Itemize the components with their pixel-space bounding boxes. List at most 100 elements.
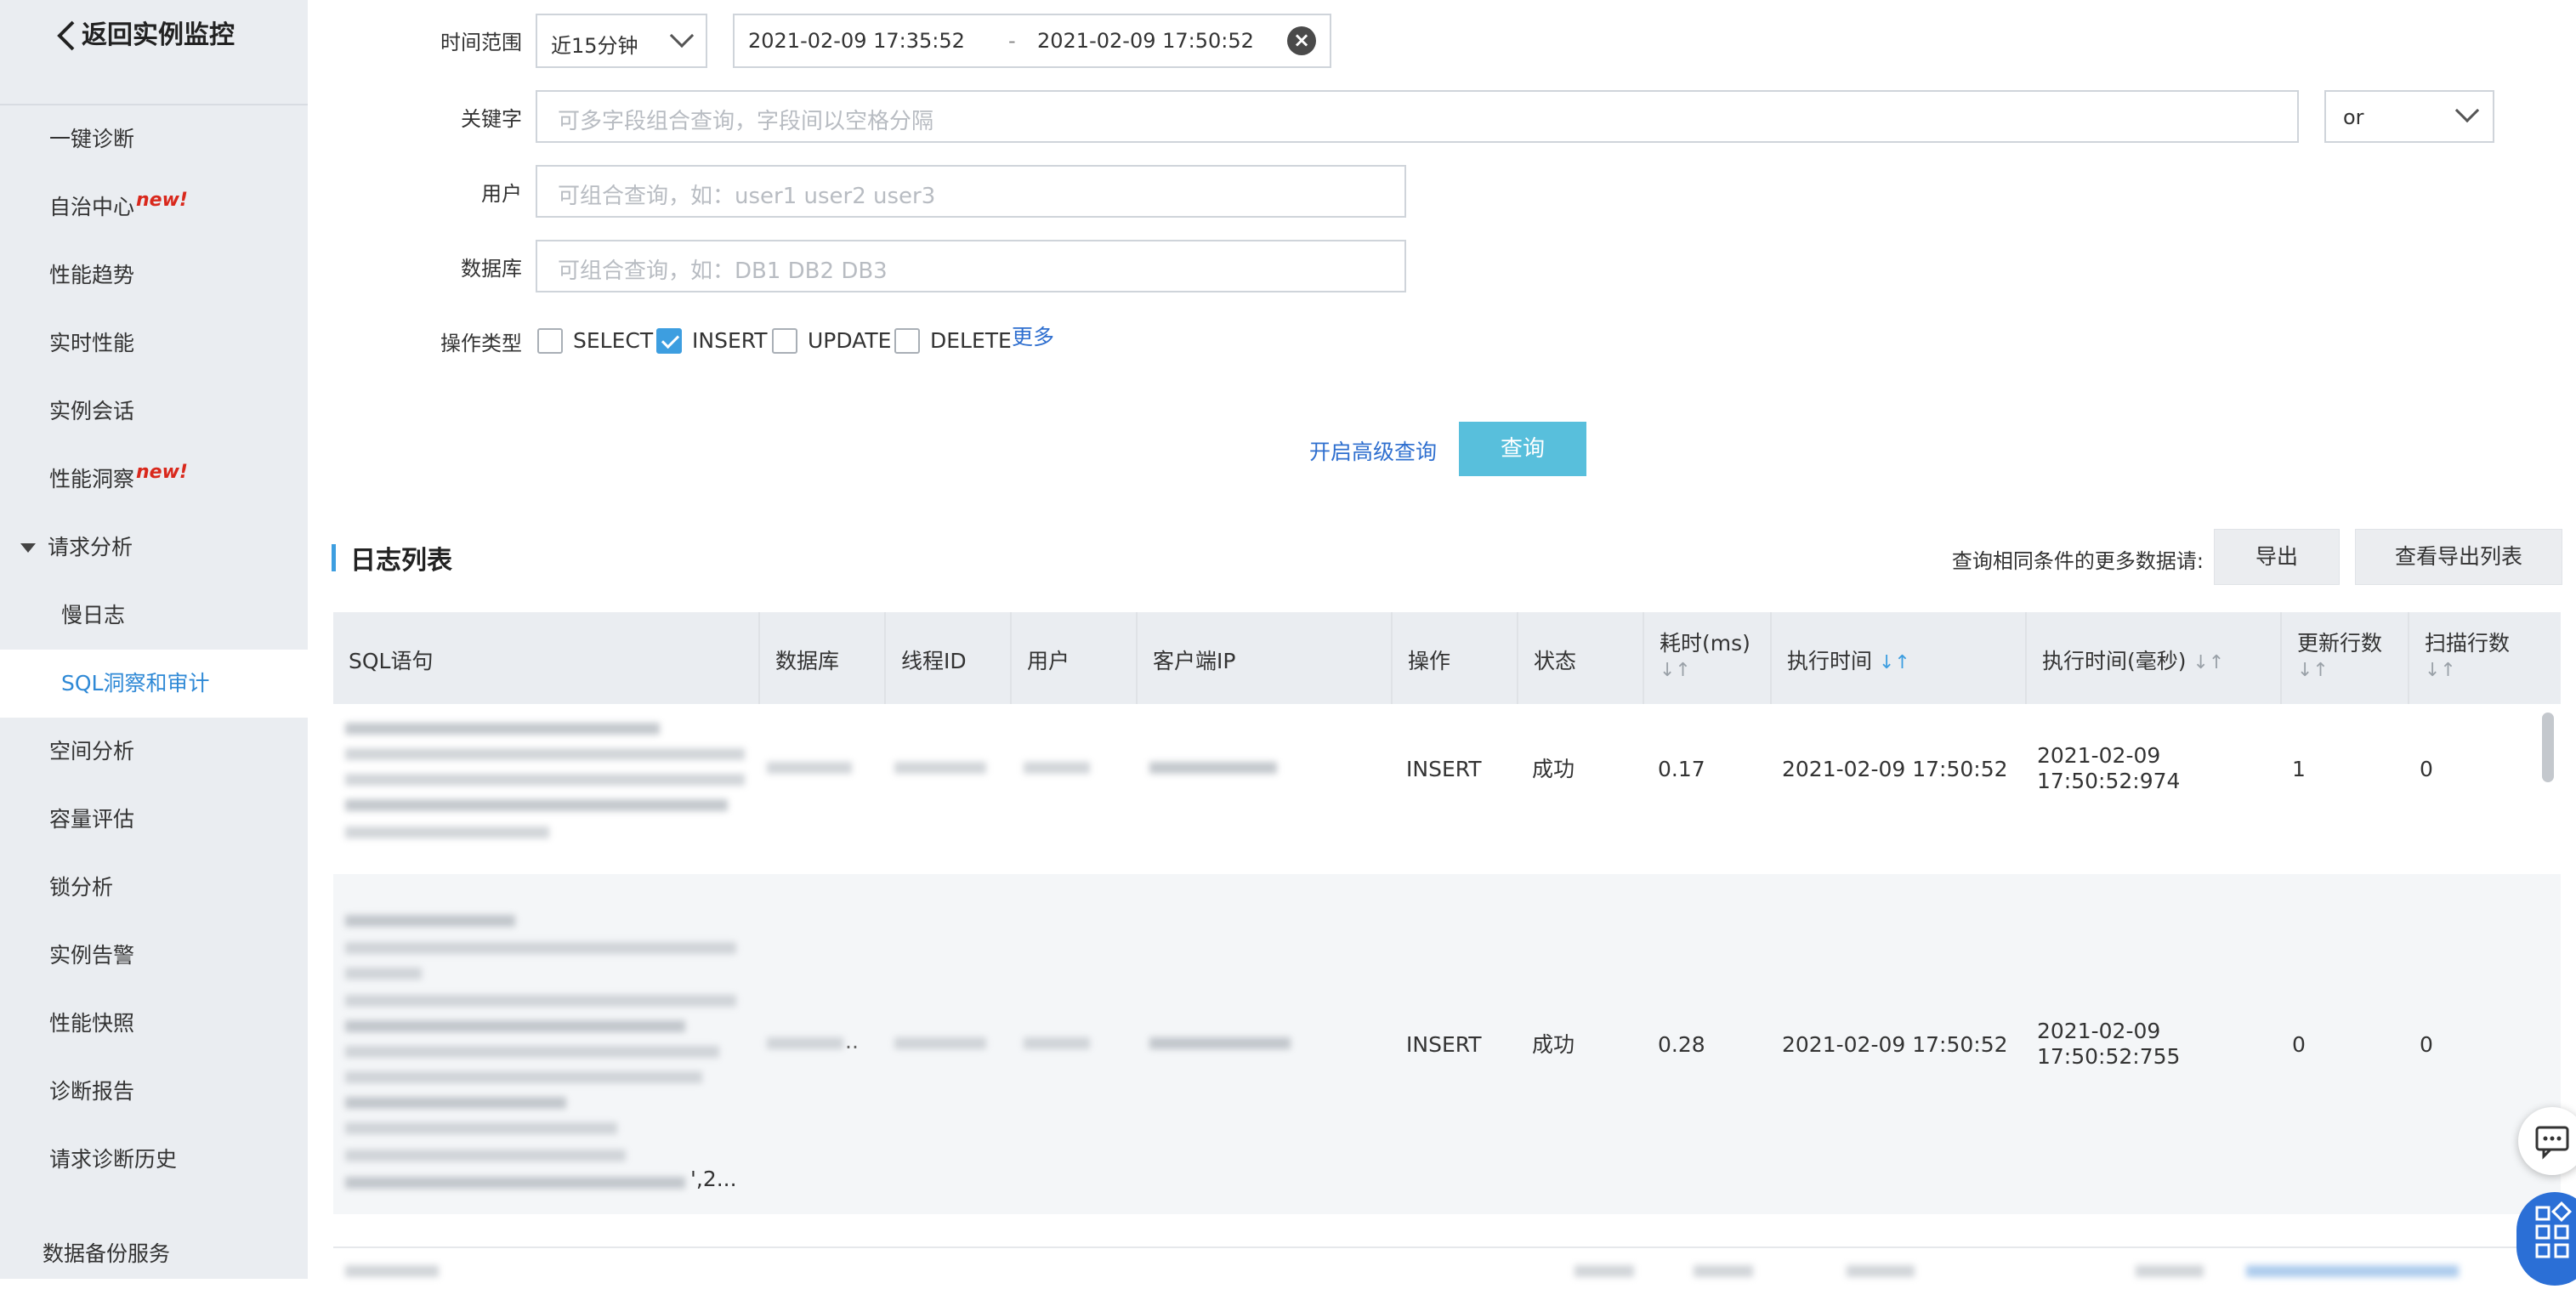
sidebar-item-sql-insight-audit[interactable]: SQL洞察和审计 [0, 650, 308, 718]
time-separator: - [1008, 29, 1016, 53]
redacted-value [1575, 1265, 1634, 1277]
column-header-exec-time-ms[interactable]: 执行时间(毫秒) ↓↑ [2027, 612, 2282, 704]
cell-database-ellipsis: .. [845, 1029, 859, 1053]
column-header-duration[interactable]: 耗时(ms) ↓↑ [1644, 612, 1772, 704]
keyword-input[interactable]: 可多字段组合查询，字段间以空格分隔 [536, 90, 2299, 143]
time-end[interactable]: 2021-02-09 17:50:52 [1037, 29, 1254, 53]
sidebar-item-performance-trend[interactable]: 性能趋势 [0, 241, 308, 309]
sidebar-item-capacity-assessment[interactable]: 容量评估 [0, 786, 308, 854]
time-range-select[interactable]: 近15分钟 [536, 14, 707, 68]
export-button[interactable]: 导出 [2214, 529, 2340, 585]
checkbox-select-label[interactable]: SELECT [573, 327, 653, 355]
cell-operation: INSERT [1406, 757, 1482, 781]
time-range-value: 近15分钟 [551, 34, 638, 58]
sidebar-item-label: 容量评估 [49, 807, 135, 832]
view-export-list-button[interactable]: 查看导出列表 [2355, 529, 2562, 585]
back-label[interactable]: 返回实例监控 [82, 17, 235, 54]
sidebar-item-request-diagnosis-history[interactable]: 请求诊断历史 [0, 1126, 308, 1194]
checkbox-insert-label[interactable]: INSERT [692, 327, 768, 355]
table-row[interactable]: ',2... .. INSERT 成功 0.28 2021-02-09 17:5… [333, 874, 2561, 1214]
time-range-picker[interactable]: 2021-02-09 17:35:52 - 2021-02-09 17:50:5… [733, 14, 1331, 68]
user-input[interactable]: 可组合查询，如：user1 user2 user3 [536, 165, 1406, 218]
column-header-label: 耗时(ms) ↓↑ [1660, 631, 1750, 681]
redacted-value [1694, 1265, 1753, 1277]
clear-circle-icon[interactable]: × [1287, 26, 1316, 55]
database-input[interactable]: 可组合查询，如：DB1 DB2 DB3 [536, 240, 1406, 292]
sidebar-item-label: 慢日志 [61, 603, 126, 627]
chevron-left-icon[interactable] [56, 20, 78, 51]
sidebar-item-slow-log[interactable]: 慢日志 [0, 582, 308, 650]
cell-duration: 0.28 [1658, 1032, 1705, 1057]
redacted-sql-line [345, 1071, 702, 1083]
table-row[interactable]: INSERT 成功 0.17 2021-02-09 17:50:52 2021-… [333, 704, 2561, 874]
sort-icon[interactable]: ↓↑ [2425, 660, 2456, 681]
column-header-label: 线程ID [901, 649, 967, 673]
sidebar-item-realtime-performance[interactable]: 实时性能 [0, 309, 308, 378]
sidebar-item-request-analysis[interactable]: 请求分析 [0, 514, 308, 582]
table-scrollbar[interactable] [2539, 707, 2561, 1269]
sidebar-item-data-backup[interactable]: 数据备份服务 [0, 1224, 308, 1279]
column-header-label: 执行时间 ↓↑ [1787, 649, 1910, 673]
sidebar-item-label: 一键诊断 [49, 127, 135, 151]
redacted-sql-line [345, 774, 745, 786]
advanced-query-link[interactable]: 开启高级查询 [1309, 435, 1437, 466]
new-badge: new! [136, 462, 188, 483]
query-button[interactable]: 查询 [1459, 422, 1586, 476]
column-header-thread-id: 线程ID [886, 612, 1012, 704]
checkbox-update[interactable] [772, 328, 797, 354]
checkbox-update-label[interactable]: UPDATE [808, 327, 891, 355]
sort-icon[interactable]: ↓↑ [2297, 660, 2329, 681]
back-to-instance-monitor[interactable]: 返回实例监控 [0, 0, 308, 105]
apps-button[interactable] [2516, 1192, 2576, 1286]
more-operations-link[interactable]: 更多 [1012, 323, 1054, 352]
table-row[interactable] [333, 1246, 2561, 1279]
sidebar-item-space-analysis[interactable]: 空间分析 [0, 718, 308, 786]
sidebar-item-label: 诊断报告 [49, 1079, 135, 1104]
sidebar-item-autonomy-center[interactable]: 自治中心new! [0, 173, 308, 241]
sort-icon[interactable]: ↓↑ [1660, 660, 1691, 681]
column-header-label: 数据库 [775, 649, 840, 673]
chat-button[interactable] [2518, 1107, 2576, 1175]
column-header-exec-time[interactable]: 执行时间 ↓↑ [1772, 612, 2027, 704]
sidebar-item-lock-analysis[interactable]: 锁分析 [0, 854, 308, 922]
sidebar-item-instance-alerts[interactable]: 实例告警 [0, 922, 308, 990]
user-label: 用户 [481, 182, 522, 206]
sidebar-item-label: 实例告警 [49, 943, 135, 968]
chevron-down-icon [669, 23, 695, 48]
redacted-sql-line [345, 1046, 719, 1058]
redacted-database [767, 762, 852, 774]
column-header-scanned-rows[interactable]: 扫描行数 ↓↑ [2409, 612, 2561, 704]
sidebar-item-performance-snapshot[interactable]: 性能快照 [0, 990, 308, 1058]
column-header-label: 用户 [1027, 649, 1070, 673]
redacted-value [2136, 1265, 2204, 1277]
redacted-sql-line [345, 723, 660, 735]
column-header-updated-rows[interactable]: 更新行数 ↓↑ [2282, 612, 2409, 704]
sidebar-item-instance-sessions[interactable]: 实例会话 [0, 378, 308, 446]
database-label: 数据库 [461, 257, 522, 281]
redacted-sql-line [345, 1122, 617, 1134]
cell-operation: INSERT [1406, 1032, 1482, 1057]
logic-value: or [2343, 105, 2364, 129]
checkbox-delete-label[interactable]: DELETE [930, 327, 1012, 355]
redacted-database [767, 1037, 843, 1049]
cell-updated-rows: 0 [2292, 1032, 2306, 1057]
cell-exec-time: 2021-02-09 17:50:52 [1782, 757, 2008, 781]
sort-icon[interactable]: ↓↑ [2193, 652, 2224, 673]
user-placeholder: 可组合查询，如：user1 user2 user3 [558, 184, 936, 209]
sidebar-item-performance-insight[interactable]: 性能洞察new! [0, 446, 308, 514]
operation-type-label: 操作类型 [440, 332, 522, 355]
sort-icon[interactable]: ↓↑ [1879, 652, 1910, 673]
cell-status: 成功 [1532, 1032, 1575, 1057]
column-header-label: 执行时间(毫秒) ↓↑ [2042, 649, 2225, 673]
time-start[interactable]: 2021-02-09 17:35:52 [748, 29, 965, 53]
checkbox-insert[interactable] [656, 328, 682, 354]
table-scrollbar-thumb[interactable] [2542, 713, 2554, 782]
sidebar-item-diagnosis-report[interactable]: 诊断报告 [0, 1058, 308, 1126]
logic-select[interactable]: or [2324, 90, 2494, 143]
checkbox-delete[interactable] [894, 328, 920, 354]
sidebar-item-one-click-diagnosis[interactable]: 一键诊断 [0, 105, 308, 173]
checkbox-select[interactable] [537, 328, 563, 354]
sidebar-item-label: 性能洞察new! [49, 462, 188, 491]
chevron-down-icon [2454, 98, 2480, 123]
redacted-sql-line [345, 826, 549, 838]
